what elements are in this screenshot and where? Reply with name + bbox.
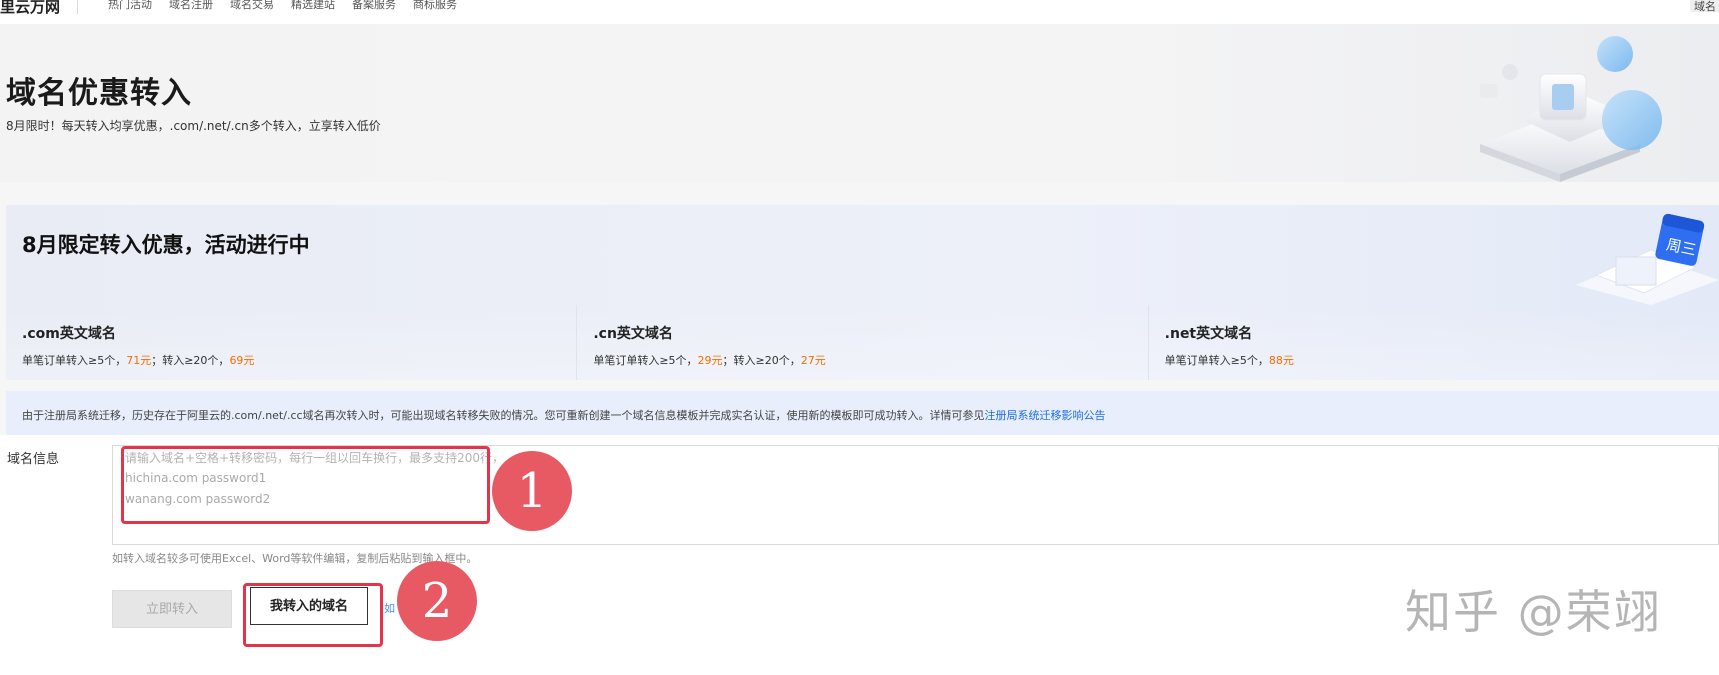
promo-card-cn: .cn英文域名 单笔订单转入≥5个，29元；转入≥20个，27元 bbox=[577, 305, 1149, 380]
nav-item-site-building[interactable]: 精选建站 bbox=[291, 0, 335, 12]
hero-banner: 域名优惠转入 8月限时！每天转入均享优惠，.com/.net/.cn多个转入，立… bbox=[0, 24, 1719, 182]
notice-body: 由于注册局系统迁移，历史存在于阿里云的.com/.net/.cc域名再次转入时，… bbox=[22, 409, 985, 422]
nav-item-icp-filing[interactable]: 备案服务 bbox=[352, 0, 396, 12]
desc-text: 单笔订单转入≥5个， bbox=[1164, 354, 1269, 367]
promo-title: 8月限定转入优惠，活动进行中 bbox=[22, 233, 310, 257]
promo-card-net: .net英文域名 单笔订单转入≥5个，88元 bbox=[1148, 305, 1719, 380]
step-badge-1: 1 bbox=[492, 451, 572, 531]
desc-text: ；转入≥20个， bbox=[722, 354, 801, 367]
highlight-box-input bbox=[121, 446, 490, 524]
nav-menu: 热门活动 域名注册 域名交易 精选建站 备案服务 商标服务 bbox=[108, 0, 457, 12]
price: 71元 bbox=[126, 354, 152, 367]
price: 29元 bbox=[697, 354, 723, 367]
page-subtitle: 8月限时！每天转入均享优惠，.com/.net/.cn多个转入，立享转入低价 bbox=[6, 119, 381, 133]
page-title: 域名优惠转入 bbox=[6, 76, 192, 111]
nav-item-domain-trade[interactable]: 域名交易 bbox=[230, 0, 274, 12]
step-badge-2: 2 bbox=[397, 561, 477, 641]
calendar-illustration: 周三 bbox=[1576, 213, 1719, 305]
card-title: .com英文域名 bbox=[22, 326, 116, 342]
notice-link[interactable]: 注册局系统迁移影响公告 bbox=[985, 409, 1106, 422]
nav-right-link[interactable]: 域名 bbox=[1690, 0, 1719, 12]
card-desc: 单笔订单转入≥5个，29元；转入≥20个，27元 bbox=[593, 352, 825, 368]
desc-text: 单笔订单转入≥5个， bbox=[22, 354, 127, 367]
nav-item-hot-events[interactable]: 热门活动 bbox=[108, 0, 152, 12]
price: 88元 bbox=[1268, 354, 1294, 367]
nav-item-domain-register[interactable]: 域名注册 bbox=[169, 0, 213, 12]
price: 27元 bbox=[800, 354, 826, 367]
notice-bar: 由于注册局系统迁移，历史存在于阿里云的.com/.net/.cc域名再次转入时，… bbox=[6, 391, 1719, 435]
price: 69元 bbox=[229, 354, 255, 367]
watermark: 知乎 @荣翊 bbox=[1405, 585, 1662, 639]
brand-logo[interactable]: 里云万网 bbox=[0, 0, 60, 17]
card-desc: 单笔订单转入≥5个，88元 bbox=[1165, 352, 1294, 368]
card-desc: 单笔订单转入≥5个，71元；转入≥20个，69元 bbox=[22, 352, 254, 368]
desc-text: ；转入≥20个， bbox=[151, 354, 230, 367]
hero-illustration bbox=[1480, 36, 1662, 182]
nav-item-trademark[interactable]: 商标服务 bbox=[413, 0, 457, 12]
card-title: .cn英文域名 bbox=[593, 326, 673, 342]
promo-panel: 8月限定转入优惠，活动进行中 周三 .com英文域名 单笔订单转入≥5个，71元… bbox=[6, 205, 1719, 380]
card-title: .net英文域名 bbox=[1164, 326, 1253, 342]
domain-info-label: 域名信息 bbox=[7, 452, 60, 467]
transfer-now-button[interactable]: 立即转入 bbox=[112, 590, 232, 628]
notice-text: 由于注册局系统迁移，历史存在于阿里云的.com/.net/.cc域名再次转入时，… bbox=[22, 407, 1106, 423]
promo-cards: .com英文域名 单笔订单转入≥5个，71元；转入≥20个，69元 .cn英文域… bbox=[6, 305, 1719, 380]
promo-card-com: .com英文域名 单笔订单转入≥5个，71元；转入≥20个，69元 bbox=[6, 305, 578, 380]
highlight-box-button bbox=[243, 583, 383, 647]
top-nav: 里云万网 热门活动 域名注册 域名交易 精选建站 备案服务 商标服务 域名 bbox=[0, 0, 1719, 25]
partial-link[interactable]: 如 bbox=[384, 600, 395, 616]
desc-text: 单笔订单转入≥5个， bbox=[593, 354, 698, 367]
nav-divider bbox=[77, 0, 78, 14]
